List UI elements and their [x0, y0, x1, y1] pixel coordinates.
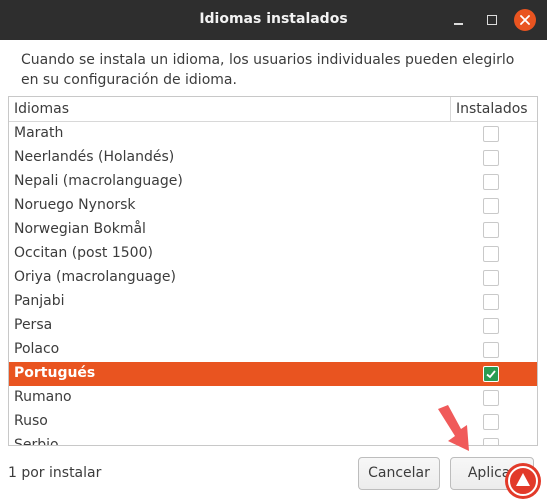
table-header: Idiomas Instalados — [9, 97, 537, 122]
language-name: Norwegian Bokmål — [14, 221, 146, 237]
installed-checkbox[interactable] — [483, 294, 499, 310]
language-name: Serbio — [14, 437, 59, 446]
installed-checkbox[interactable] — [483, 222, 499, 238]
language-name: Portugués — [14, 365, 96, 381]
arrow-pointer-icon — [438, 405, 469, 451]
table-row[interactable]: Occitan (post 1500) — [9, 242, 537, 266]
table-row[interactable]: Portugués — [9, 362, 537, 386]
table-row[interactable]: Norwegian Bokmål — [9, 218, 537, 242]
table-row[interactable]: Panjabi — [9, 290, 537, 314]
language-name: Rumano — [14, 389, 72, 405]
cancel-button[interactable]: Cancelar — [358, 457, 440, 490]
installed-checkbox[interactable] — [483, 150, 499, 166]
description-text: Cuando se instala un idioma, los usuario… — [21, 52, 515, 88]
installed-checkbox[interactable] — [483, 198, 499, 214]
maximize-icon[interactable] — [482, 10, 502, 30]
installed-checkbox[interactable] — [483, 246, 499, 262]
watermark-logo — [505, 463, 541, 499]
close-icon[interactable] — [514, 9, 536, 31]
language-name: Polaco — [14, 341, 60, 357]
table-row[interactable]: Oriya (macrolanguage) — [9, 266, 537, 290]
installed-checkbox[interactable] — [483, 366, 499, 382]
installed-checkbox[interactable] — [483, 390, 499, 406]
language-name: Occitan (post 1500) — [14, 245, 153, 261]
checkmark-icon — [486, 370, 496, 379]
installed-checkbox[interactable] — [483, 270, 499, 286]
language-name: Oriya (macrolanguage) — [14, 269, 177, 285]
column-header-languages[interactable]: Idiomas — [14, 101, 69, 117]
status-text: 1 por instalar — [8, 465, 102, 481]
table-row[interactable]: Marath — [9, 122, 537, 146]
language-name: Neerlandés (Holandés) — [14, 149, 175, 165]
installed-checkbox[interactable] — [483, 318, 499, 334]
table-row[interactable]: Neerlandés (Holandés) — [9, 146, 537, 170]
table-row[interactable]: Polaco — [9, 338, 537, 362]
installed-checkbox[interactable] — [483, 342, 499, 358]
minimize-icon[interactable] — [449, 10, 469, 30]
table-row[interactable]: Noruego Nynorsk — [9, 194, 537, 218]
installed-checkbox[interactable] — [483, 126, 499, 142]
installed-checkbox[interactable] — [483, 414, 499, 430]
title-bar: Idiomas instalados — [0, 0, 547, 40]
language-name: Ruso — [14, 413, 48, 429]
language-name: Marath — [14, 125, 64, 141]
column-header-installed[interactable]: Instalados — [456, 101, 528, 117]
table-row[interactable]: Nepali (macrolanguage) — [9, 170, 537, 194]
installed-checkbox[interactable] — [483, 438, 499, 445]
installed-checkbox[interactable] — [483, 174, 499, 190]
table-row[interactable]: Persa — [9, 314, 537, 338]
languages-table[interactable]: Idiomas Instalados Marath Neerlandés (Hol… — [8, 96, 538, 446]
language-name: Nepali (macrolanguage) — [14, 173, 183, 189]
language-name: Noruego Nynorsk — [14, 197, 136, 213]
language-name: Persa — [14, 317, 53, 333]
column-divider — [450, 97, 451, 122]
table-body: Marath Neerlandés (Holandés) Nepali (macro… — [9, 122, 537, 446]
language-name: Panjabi — [14, 293, 65, 309]
